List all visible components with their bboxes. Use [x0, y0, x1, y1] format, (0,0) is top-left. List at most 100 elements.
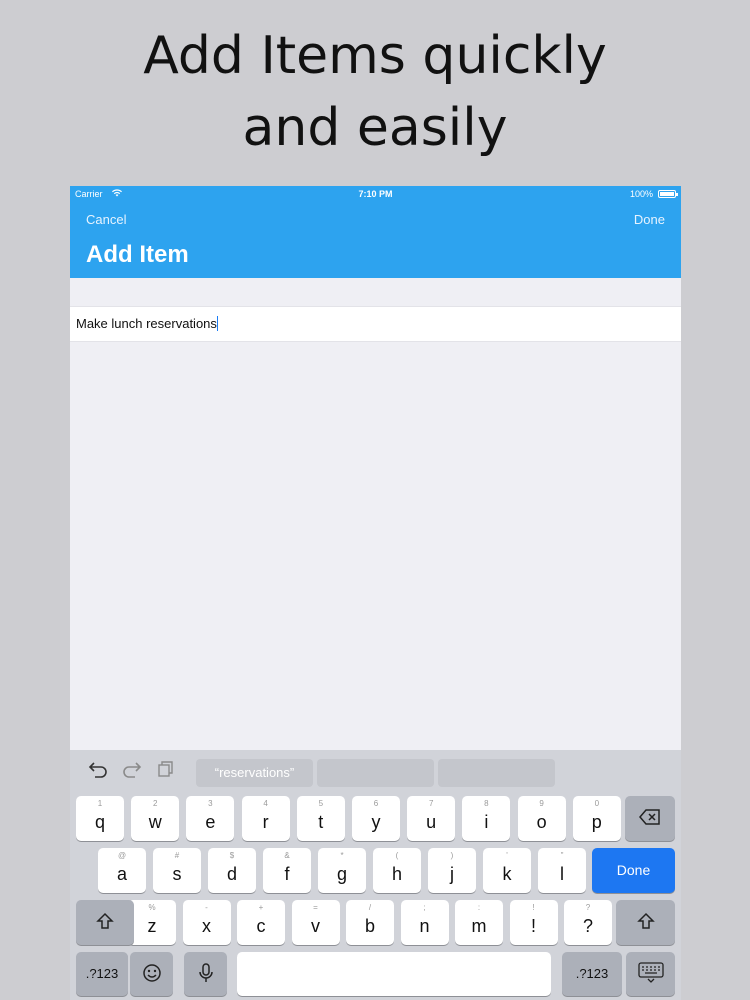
key-label: h: [391, 864, 402, 884]
suggestion-1[interactable]: “reservations”: [196, 759, 313, 787]
emoji-icon: [130, 963, 173, 986]
key-row3-6[interactable]: :m: [455, 900, 503, 945]
key-row2-5[interactable]: (h: [373, 848, 421, 893]
key-secondary-label: ;: [423, 903, 426, 912]
shift-icon: [76, 912, 134, 933]
shift-icon: [616, 912, 675, 933]
key-secondary-label: 5: [318, 799, 324, 808]
dictation-key[interactable]: [184, 952, 227, 996]
key-label: b: [364, 916, 375, 936]
key-label: y: [371, 812, 381, 832]
navigation-bar: Carrier 7:10 PM 100% Cancel Done Add Ite…: [70, 186, 681, 278]
key-row2-0[interactable]: @ a: [98, 848, 146, 893]
shift-key-left[interactable]: [76, 900, 134, 945]
status-time: 7:10 PM: [358, 189, 393, 199]
key-row1-0[interactable]: 1q: [76, 796, 124, 841]
key-row2-4[interactable]: * g: [318, 848, 366, 893]
key-secondary-label: *: [340, 851, 344, 860]
done-button[interactable]: Done: [634, 212, 665, 227]
key-row3-3[interactable]: = v: [291, 900, 340, 945]
key-secondary-label: #: [174, 851, 180, 860]
delete-key[interactable]: [625, 796, 675, 841]
headline-line2: and easily: [242, 98, 508, 158]
key-row2-7[interactable]: ' k: [483, 848, 531, 893]
battery-percentage: 100%: [629, 189, 653, 199]
status-bar: Carrier 7:10 PM 100%: [70, 188, 681, 202]
key-label: p: [591, 812, 602, 832]
key-label: d: [226, 864, 237, 884]
key-row2-1[interactable]: # s: [153, 848, 201, 893]
paste-icon[interactable]: [156, 760, 174, 783]
key-secondary-label: &: [284, 851, 290, 860]
key-row1-8[interactable]: 9o: [517, 796, 566, 841]
key-label: r: [262, 812, 269, 832]
numbers-key-left[interactable]: .?123: [76, 952, 128, 996]
key-label: k: [502, 864, 512, 884]
key-secondary-label: ): [450, 851, 454, 860]
item-text-field[interactable]: Make lunch reservations: [70, 306, 681, 342]
key-row3-0[interactable]: % z: [128, 900, 176, 945]
key-secondary-label: ": [560, 851, 564, 860]
key-secondary-label: 7: [428, 799, 434, 808]
key-row2-8[interactable]: " l: [538, 848, 586, 893]
key-label: u: [426, 812, 437, 832]
emoji-key[interactable]: [130, 952, 173, 996]
cancel-button[interactable]: Cancel: [86, 212, 126, 227]
keyboard-toolbar: “reservations”: [70, 750, 681, 794]
key-secondary-label: ?: [585, 903, 591, 912]
key-row1-1[interactable]: 2w: [131, 796, 180, 841]
headline-line1: Add Items quickly: [143, 26, 607, 86]
suggestion-3[interactable]: [438, 759, 555, 787]
key-row3-5[interactable]: ; n: [400, 900, 449, 945]
key-label: w: [148, 812, 162, 832]
shift-key-right[interactable]: [616, 900, 675, 945]
key-row3-4[interactable]: / b: [346, 900, 394, 945]
key-label: f: [284, 864, 290, 884]
key-label: t: [318, 812, 324, 832]
key-label: a: [116, 864, 127, 884]
key-secondary-label: -: [205, 903, 208, 912]
key-label: i: [484, 812, 489, 832]
key-row1-7[interactable]: 8i: [462, 796, 511, 841]
key-secondary-label: ': [506, 851, 508, 860]
key-row1-5[interactable]: 6y: [352, 796, 400, 841]
key-row3-7[interactable]: !!: [509, 900, 558, 945]
key-secondary-label: 2: [152, 799, 158, 808]
key-secondary-label: =: [313, 903, 318, 912]
key-label: s: [172, 864, 182, 884]
key-row1-3[interactable]: 4r: [241, 796, 290, 841]
key-row2-2[interactable]: $ d: [208, 848, 256, 893]
key-row3-1[interactable]: -x: [182, 900, 231, 945]
key-row2-3[interactable]: & f: [263, 848, 311, 893]
key-secondary-label: @: [117, 851, 127, 860]
numbers-key-right[interactable]: .?123: [562, 952, 622, 996]
key-label: x: [202, 916, 211, 936]
hide-keyboard-key[interactable]: [626, 952, 675, 996]
headline: Add Items quickly and easily: [0, 20, 750, 164]
key-row1-9[interactable]: 0p: [572, 796, 621, 841]
keyboard-done-key[interactable]: Done: [592, 848, 675, 893]
space-bar[interactable]: [237, 952, 551, 996]
key-secondary-label: 0: [594, 799, 600, 808]
microphone-icon: [184, 963, 227, 986]
key-label: e: [205, 812, 216, 832]
key-label: q: [94, 812, 105, 832]
key-secondary-label: 6: [373, 799, 379, 808]
key-label: c: [256, 916, 266, 936]
key-label: v: [311, 916, 320, 936]
undo-icon[interactable]: [88, 760, 108, 783]
redo-icon[interactable]: [122, 760, 142, 783]
key-row2-6[interactable]: ) j: [428, 848, 476, 893]
key-row3-2[interactable]: + c: [237, 900, 285, 945]
key-label: g: [336, 864, 347, 884]
key-label: ?: [582, 916, 593, 936]
keyboard: “reservations” 1 q 2 w 3 e 4 r 5 t 6 y 7 u 8 i 9 o 0 p @ a # s $…: [70, 750, 681, 1000]
key-row1-4[interactable]: 5t: [296, 796, 345, 841]
key-secondary-label: +: [258, 903, 264, 912]
suggestion-2[interactable]: [317, 759, 434, 787]
key-row1-2[interactable]: 3e: [186, 796, 235, 841]
key-row3-8[interactable]: ??: [564, 900, 612, 945]
key-label: m: [471, 916, 487, 936]
key-row1-6[interactable]: 7u: [407, 796, 456, 841]
key-secondary-label: 4: [263, 799, 268, 808]
